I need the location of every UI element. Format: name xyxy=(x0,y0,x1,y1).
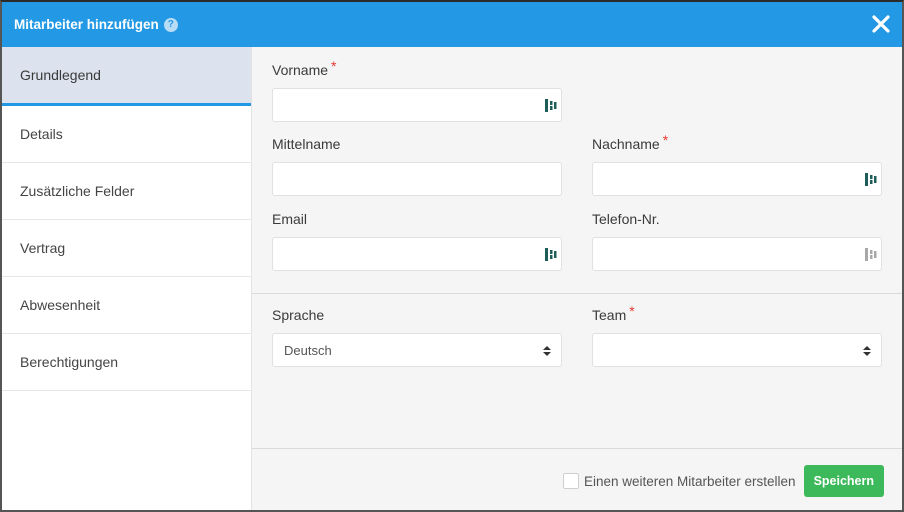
sidebar-item-label: Abwesenheit xyxy=(20,297,101,313)
email-input[interactable] xyxy=(272,237,562,271)
dialog-title: Mitarbeiter hinzufügen xyxy=(14,17,159,32)
password-manager-icon[interactable] xyxy=(865,172,877,187)
create-another-checkbox[interactable] xyxy=(562,473,579,489)
sidebar-item-vertrag[interactable]: Vertrag xyxy=(2,220,251,277)
required-marker: * xyxy=(662,132,669,148)
sidebar: Grundlegend Details Zusätzliche Felder V… xyxy=(2,47,252,510)
add-employee-dialog: Mitarbeiter hinzufügen ? Grundlegend Det… xyxy=(0,0,904,512)
vorname-input[interactable] xyxy=(272,88,562,122)
email-label: Email xyxy=(272,211,308,227)
sidebar-item-label: Details xyxy=(20,126,63,142)
sidebar-item-grundlegend[interactable]: Grundlegend xyxy=(2,47,251,106)
field-sprache: Sprache Deutsch xyxy=(272,307,562,367)
close-icon xyxy=(872,15,890,33)
sidebar-item-label: Zusätzliche Felder xyxy=(20,183,135,199)
dialog-titlebar: Mitarbeiter hinzufügen ? xyxy=(2,2,902,47)
select-arrows-icon xyxy=(543,346,551,356)
sidebar-item-label: Vertrag xyxy=(20,240,66,256)
required-marker: * xyxy=(331,58,337,74)
sidebar-item-label: Grundlegend xyxy=(20,67,101,83)
field-team: Team * xyxy=(592,303,882,367)
vorname-label: Vorname xyxy=(272,62,329,78)
dialog-footer: Einen weiteren Mitarbeiter erstellen Spe… xyxy=(562,465,884,497)
sidebar-item-abwesenheit[interactable]: Abwesenheit xyxy=(2,277,251,334)
sprache-select[interactable]: Deutsch xyxy=(272,333,562,367)
sprache-label: Sprache xyxy=(272,307,325,323)
save-button[interactable]: Speichern xyxy=(803,465,884,497)
close-button[interactable] xyxy=(870,13,892,35)
telefon-label: Telefon-Nr. xyxy=(592,211,660,227)
nachname-label: Nachname xyxy=(592,136,660,152)
field-vorname: Vorname * xyxy=(272,58,562,122)
sprache-selected-value: Deutsch xyxy=(284,342,332,358)
nachname-input[interactable] xyxy=(592,162,882,196)
sidebar-item-zusaetzliche-felder[interactable]: Zusätzliche Felder xyxy=(2,163,251,220)
form-area: Vorname * Mittelname Nachname * Email Te… xyxy=(252,47,902,510)
field-mittelname: Mittelname xyxy=(272,136,562,196)
select-arrows-icon xyxy=(863,346,871,356)
mittelname-input[interactable] xyxy=(272,162,562,196)
telefon-input[interactable] xyxy=(592,237,882,271)
sidebar-item-label: Berechtigungen xyxy=(20,354,119,370)
field-nachname: Nachname * xyxy=(592,132,882,196)
create-another-label[interactable]: Einen weiteren Mitarbeiter erstellen xyxy=(584,474,796,489)
password-manager-icon[interactable] xyxy=(865,247,877,262)
help-icon[interactable]: ? xyxy=(163,17,178,32)
mittelname-label: Mittelname xyxy=(272,136,341,152)
required-marker: * xyxy=(629,303,635,319)
password-manager-icon[interactable] xyxy=(545,247,557,262)
team-label: Team xyxy=(592,307,627,323)
field-telefon: Telefon-Nr. xyxy=(592,211,882,271)
password-manager-icon[interactable] xyxy=(545,98,557,113)
footer-divider xyxy=(252,448,902,449)
field-email: Email xyxy=(272,211,562,271)
team-select[interactable] xyxy=(592,333,882,367)
sidebar-item-berechtigungen[interactable]: Berechtigungen xyxy=(2,334,251,391)
section-divider xyxy=(252,293,902,294)
sidebar-item-details[interactable]: Details xyxy=(2,106,251,163)
